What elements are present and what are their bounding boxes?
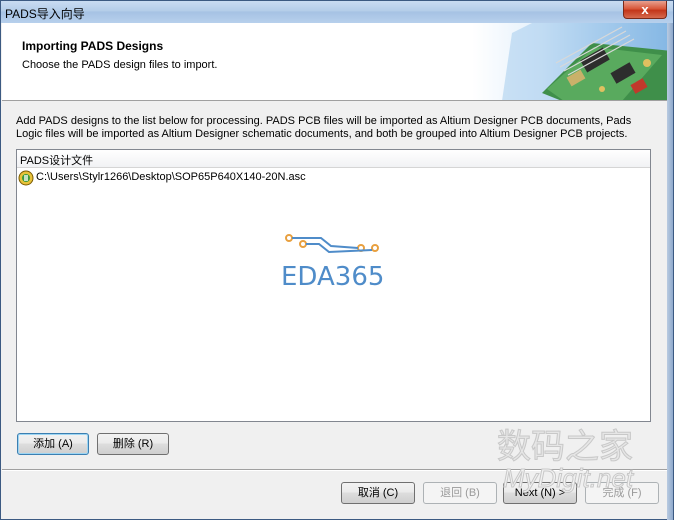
instructions-text: Add PADS designs to the list below for p… [16,115,632,140]
file-path: C:\Users\Stylr1266\Desktop\SOP65P640X140… [36,171,306,183]
page-title: Importing PADS Designs [22,39,164,53]
watermark-chinese: 数码之家 [497,427,634,468]
add-button[interactable]: 添加 (A) [17,433,89,455]
back-button[interactable]: 退回 (B) [423,482,497,504]
title-bar[interactable]: PADS导入向导 x [1,1,673,23]
list-item[interactable]: C:\Users\Stylr1266\Desktop\SOP65P640X140… [17,170,650,186]
watermark-text: EDA365 [281,262,385,292]
pads-file-icon [18,170,34,186]
wizard-header: Importing PADS Designs Choose the PADS d… [2,23,672,101]
page-subtitle: Choose the PADS design files to import. [22,59,218,71]
close-icon: x [641,2,649,17]
list-column-header[interactable]: PADS设计文件 [17,150,650,168]
remove-button[interactable]: 删除 (R) [97,433,169,455]
column-header-label: PADS设计文件 [20,155,94,167]
pads-file-list[interactable]: PADS设计文件 C:\Users\Stylr1266\Desktop\SOP6… [16,149,651,422]
import-wizard-window: PADS导入向导 x Importing PADS Designs Choose… [0,0,674,520]
close-button[interactable]: x [623,1,667,19]
eda365-watermark: EDA365 [281,232,401,292]
watermark-english: MyDigit.net [502,463,634,494]
mydigit-watermark: 数码之家 MyDigit.net [497,419,667,499]
cancel-button[interactable]: 取消 (C) [341,482,415,504]
circuit-trace-icon [285,234,379,254]
desktop-edge [667,23,673,520]
pcb-banner-image [472,23,672,100]
window-title: PADS导入向导 [5,7,85,21]
